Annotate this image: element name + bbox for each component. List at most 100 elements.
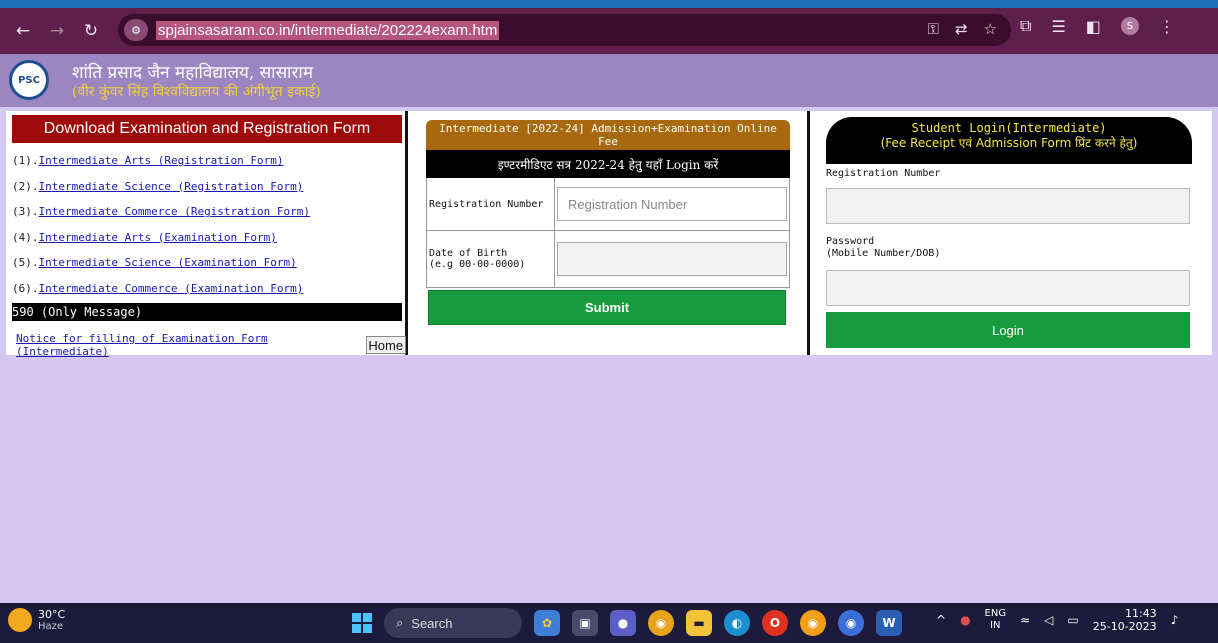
column-divider [807, 111, 810, 355]
registration-number-label: Registration Number [826, 168, 941, 179]
list-item: (3). Intermediate Commerce (Registration… [12, 199, 406, 225]
translate-icon[interactable]: ⇄ [955, 20, 968, 38]
extensions-icon[interactable]: ⧉ [1020, 16, 1031, 36]
home-button[interactable]: Home [365, 336, 406, 354]
item-number: (1). [12, 154, 39, 168]
dob-label: Date of Birth (e.g 00-00-0000) [427, 231, 555, 287]
url-text[interactable]: spjainsasaram.co.in/intermediate/202224e… [156, 20, 500, 40]
online-fee-subtitle: इण्टरमीडिएट सत्र 2022-24 हेतु यहाँ Login… [426, 150, 790, 178]
table-row: Date of Birth (e.g 00-00-0000) [427, 231, 789, 288]
password-label-text: Password [826, 236, 875, 247]
registration-number-input[interactable]: Registration Number [557, 187, 787, 221]
time: 11:43 [1124, 607, 1157, 620]
reading-list-icon[interactable]: ☰ [1051, 17, 1065, 36]
opera-icon[interactable]: O [762, 610, 788, 636]
taskbar-search[interactable]: ⌕ Search [384, 608, 522, 638]
student-login-panel: Student Login(Intermediate) (Fee Receipt… [826, 117, 1192, 348]
list-item: (4). Intermediate Arts (Examination Form… [12, 225, 406, 251]
student-login-title: Student Login(Intermediate) (Fee Receipt… [826, 117, 1192, 164]
file-explorer-icon[interactable]: ▬ [686, 610, 712, 636]
temperature: 30°C [38, 608, 66, 621]
windows-start-icon[interactable] [352, 613, 372, 633]
search-icon: ⌕ [396, 615, 404, 630]
message-bar: 590 (Only Message) [12, 303, 402, 321]
item-number: (5). [12, 256, 39, 270]
widgets-icon[interactable]: ✿ [534, 610, 560, 636]
submit-button[interactable]: Submit [428, 290, 786, 325]
reload-icon[interactable]: ↻ [78, 18, 104, 44]
weather-sun-icon [8, 608, 32, 632]
back-arrow-icon[interactable]: ← [10, 18, 36, 44]
site-header: PSC शांति प्रसाद जैन महाविद्यालय, सासारा… [0, 54, 1218, 107]
password-key-icon[interactable]: ⚿ [928, 20, 939, 38]
table-row: Registration Number Registration Number [427, 178, 789, 231]
forms-list: (1). Intermediate Arts (Registration For… [12, 148, 406, 301]
form-link[interactable]: Intermediate Commerce (Registration Form… [39, 205, 311, 218]
battery-icon[interactable]: ▭ [1067, 613, 1078, 627]
college-subtitle: (वीर कुंवर सिंह विश्वविद्यालय की अंगीभूत… [72, 84, 321, 100]
login-form-table: Registration Number Registration Number … [426, 178, 790, 288]
clock[interactable]: 11:43 25-10-2023 [1093, 607, 1157, 633]
search-label: Search [411, 615, 453, 631]
chrome-icon[interactable]: ◉ [648, 610, 674, 636]
password-label: Password (Mobile Number/DOB) [826, 236, 1192, 260]
notice-link[interactable]: Notice for filling of Examination Form (… [16, 332, 354, 358]
login-registration-input[interactable] [826, 188, 1190, 224]
form-link[interactable]: Intermediate Science (Examination Form) [39, 256, 297, 269]
taskbar-apps: ⌕ Search ✿ ▣ ● ◉ ▬ ◐ O ◉ ◉ W [352, 608, 902, 638]
language-indicator[interactable]: ENG IN [985, 608, 1007, 632]
item-number: (2). [12, 179, 39, 193]
form-link[interactable]: Intermediate Commerce (Examination Form) [39, 282, 304, 295]
download-forms-panel: Download Examination and Registration Fo… [12, 115, 406, 358]
bookmark-star-icon[interactable]: ☆ [984, 20, 997, 38]
chrome-profile-icon[interactable]: ◉ [800, 610, 826, 636]
dob-input[interactable] [557, 242, 787, 276]
profile-avatar[interactable]: S [1120, 17, 1139, 35]
volume-icon[interactable]: ◁ [1044, 613, 1053, 627]
window-top-strip [0, 0, 1218, 8]
browser-toolbar: ← → ↻ ⚙ spjainsasaram.co.in/intermediate… [0, 8, 1218, 54]
edge-icon[interactable]: ◐ [724, 610, 750, 636]
forward-arrow-icon[interactable]: → [44, 18, 70, 44]
password-hint: (Mobile Number/DOB) [826, 248, 941, 259]
list-item: (5). Intermediate Science (Examination F… [12, 250, 406, 276]
dob-format-hint: (e.g 00-00-0000) [429, 259, 526, 270]
wifi-icon[interactable]: ≈ [1020, 613, 1030, 627]
list-item: (2). Intermediate Science (Registration … [12, 174, 406, 200]
download-forms-title: Download Examination and Registration Fo… [12, 115, 402, 143]
menu-kebab-icon[interactable]: ⋮ [1159, 17, 1175, 36]
region-code: IN [990, 620, 1001, 631]
date: 25-10-2023 [1092, 620, 1157, 633]
login-button[interactable]: Login [826, 312, 1190, 348]
security-icon[interactable]: ● [960, 613, 970, 627]
word-icon[interactable]: W [876, 610, 902, 636]
chevron-up-icon[interactable]: ^ [936, 613, 946, 627]
main-content: Download Examination and Registration Fo… [6, 111, 1212, 358]
password-input[interactable] [826, 270, 1190, 306]
notice-row: Notice for filling of Examination Form (… [12, 332, 406, 358]
weather-condition: Haze [38, 621, 64, 632]
weather-widget[interactable]: 30°C Haze [8, 608, 65, 632]
college-name: शांति प्रसाद जैन महाविद्यालय, सासाराम [72, 63, 313, 83]
teams-icon[interactable]: ● [610, 610, 636, 636]
registration-number-label: Registration Number [427, 178, 555, 230]
student-login-heading: Student Login(Intermediate) [911, 121, 1107, 135]
system-tray: ^ ● ENG IN ≈ ◁ ▭ 11:43 25-10-2023 ♪ [936, 607, 1178, 633]
item-number: (6). [12, 281, 39, 295]
table-cell: Registration Number [555, 178, 789, 230]
chrome-profile-icon[interactable]: ◉ [838, 610, 864, 636]
table-cell [555, 231, 789, 287]
address-bar[interactable]: ⚙ spjainsasaram.co.in/intermediate/20222… [118, 14, 1011, 46]
list-item: (6). Intermediate Commerce (Examination … [12, 276, 406, 302]
site-info-icon[interactable]: ⚙ [124, 19, 148, 41]
language-code: ENG [984, 608, 1007, 619]
task-view-icon[interactable]: ▣ [572, 610, 598, 636]
form-link[interactable]: Intermediate Arts (Examination Form) [39, 231, 277, 244]
windows-taskbar: 30°C Haze ⌕ Search ✿ ▣ ● ◉ ▬ ◐ O ◉ ◉ W ^… [0, 603, 1218, 643]
form-link[interactable]: Intermediate Arts (Registration Form) [39, 154, 284, 167]
dob-label-text: Date of Birth [429, 248, 508, 259]
online-fee-panel: Intermediate [2022-24] Admission+Examina… [426, 120, 790, 325]
form-link[interactable]: Intermediate Science (Registration Form) [39, 180, 304, 193]
notification-bell-icon[interactable]: ♪ [1171, 613, 1179, 627]
side-panel-icon[interactable]: ◧ [1086, 17, 1101, 36]
